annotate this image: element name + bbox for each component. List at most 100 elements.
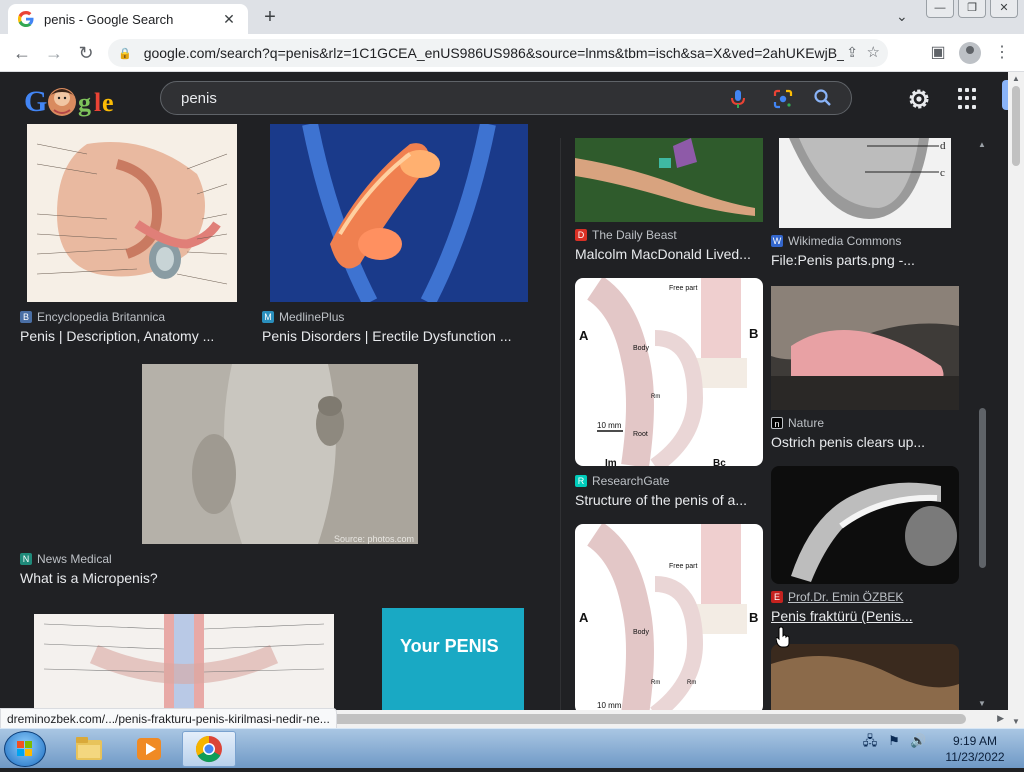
back-button[interactable]: ← [10, 41, 34, 65]
scroll-up-arrow-icon[interactable]: ▲ [978, 140, 986, 149]
xray-illustration-image[interactable] [270, 124, 528, 302]
panel-source[interactable]: D The Daily Beast [575, 228, 677, 242]
xray-photo-image[interactable] [771, 466, 959, 584]
taskbar-media-player[interactable] [122, 731, 176, 767]
result-source[interactable]: B Encyclopedia Britannica [20, 310, 165, 324]
tab-title: penis - Google Search [44, 11, 174, 27]
researchgate-favicon-icon: R [575, 475, 587, 487]
panel-title[interactable]: Penis fraktürü (Penis... [771, 608, 961, 624]
panel-source[interactable]: W Wikimedia Commons [771, 234, 901, 248]
panel-card[interactable]: D The Daily Beast Malcolm MacDonald Live… [575, 138, 765, 266]
svg-text:g: g [78, 88, 91, 117]
panel-source[interactable]: E Prof.Dr. Emin ÖZBEK [771, 590, 903, 604]
avatar-icon [959, 42, 981, 64]
specimen-photo-image[interactable]: A B Free part Body 10 mm Rm Rm [575, 524, 763, 710]
figure-label-root: Root [633, 431, 648, 438]
result-title[interactable]: Penis | Description, Anatomy ... [20, 328, 240, 344]
result-card[interactable] [34, 614, 334, 710]
panel-title[interactable]: Structure of the penis of a... [575, 492, 765, 508]
new-tab-button[interactable]: + [258, 6, 282, 30]
panel-title[interactable]: Malcolm MacDonald Lived... [575, 246, 765, 262]
settings-gear-icon[interactable] [906, 86, 932, 112]
panel-card[interactable]: A B Free part Body Root 10 mm Im Rm Bc R… [575, 278, 765, 514]
ostrich-photo-image[interactable] [771, 286, 959, 410]
animal-photo-image[interactable] [771, 644, 959, 710]
taskbar-clock[interactable]: 9:19 AM 11/23/2022 [940, 733, 1010, 765]
result-card[interactable]: Your PENIS [382, 608, 524, 710]
result-card[interactable]: M MedlinePlus Penis Disorders | Erectile… [262, 124, 532, 354]
search-box[interactable]: penis [160, 81, 852, 115]
cross-section-diagram-image[interactable] [34, 614, 334, 710]
specimen-photo-image[interactable]: A B Free part Body Root 10 mm Im Rm Bc [575, 278, 763, 466]
side-panel-icon[interactable]: ▣ [926, 41, 950, 65]
reload-button[interactable]: ↻ [74, 41, 98, 65]
minimize-button[interactable]: — [926, 0, 954, 18]
result-title[interactable]: Penis Disorders | Erectile Dysfunction .… [262, 328, 532, 344]
nature-favicon-icon: n [771, 417, 783, 429]
diagram-label-c: c [940, 167, 945, 179]
microphone-icon[interactable] [729, 89, 747, 109]
figure-label-rm: Rm [687, 680, 696, 686]
volume-icon[interactable]: 🔊 [910, 733, 926, 749]
tab-close-icon[interactable]: ✕ [220, 11, 238, 28]
bookmark-star-icon[interactable]: ☆ [867, 43, 880, 61]
forward-button[interactable]: → [42, 41, 66, 65]
scroll-down-arrow-icon[interactable]: ▼ [1012, 717, 1020, 726]
action-center-flag-icon[interactable]: ⚑ [886, 733, 902, 749]
address-bar[interactable]: 🔒 google.com/search?q=penis&rlz=1C1GCEA_… [108, 39, 888, 67]
result-title[interactable]: What is a Micropenis? [20, 570, 420, 586]
statue-photo-image[interactable]: Source: photos.com [142, 364, 418, 544]
arm-photo-image[interactable] [575, 138, 763, 222]
panel-scroll-thumb[interactable] [979, 408, 986, 568]
search-input[interactable]: penis [181, 90, 217, 107]
google-lens-icon[interactable] [773, 89, 793, 109]
panel-title[interactable]: Ostrich penis clears up... [771, 434, 961, 450]
book-cover-image[interactable]: Your PENIS [382, 608, 524, 710]
result-card[interactable]: B Encyclopedia Britannica Penis | Descri… [20, 124, 240, 354]
panel-card[interactable]: n Nature Ostrich penis clears up... [771, 286, 961, 454]
panel-scrollbar[interactable]: ▲ ▼ [975, 138, 989, 710]
anatomy-diagram-image[interactable] [27, 124, 237, 302]
daily-beast-favicon-icon: D [575, 229, 587, 241]
taskbar-explorer[interactable] [62, 731, 116, 767]
start-button[interactable] [4, 731, 46, 767]
google-doodle-logo[interactable]: G g l e [24, 84, 120, 118]
engraving-diagram-image[interactable]: d c [779, 138, 951, 228]
result-card[interactable]: Source: photos.com N News Medical What i… [20, 364, 420, 590]
page-scroll-thumb[interactable] [1012, 86, 1020, 166]
address-url[interactable]: google.com/search?q=penis&rlz=1C1GCEA_en… [144, 45, 844, 61]
scroll-right-arrow-icon[interactable]: ▶ [997, 713, 1004, 724]
close-window-button[interactable]: ✕ [990, 0, 1018, 18]
ozbek-favicon-icon: E [771, 591, 783, 603]
diagram-label-d: d [940, 140, 946, 152]
google-apps-icon[interactable] [958, 88, 980, 110]
window-controls: — ❐ ✕ [926, 0, 1018, 18]
figure-label-rm: Rm [651, 394, 660, 400]
news-medical-favicon-icon: N [20, 553, 32, 565]
taskbar-chrome[interactable] [182, 731, 236, 767]
scroll-down-arrow-icon[interactable]: ▼ [978, 699, 986, 708]
lock-icon[interactable]: 🔒 [118, 47, 132, 60]
result-source[interactable]: M MedlinePlus [262, 310, 344, 324]
result-source[interactable]: N News Medical [20, 552, 112, 566]
active-tab[interactable]: penis - Google Search ✕ [8, 4, 248, 34]
panel-card[interactable] [771, 644, 959, 710]
tab-search-chevron-icon[interactable]: ⌄ [896, 8, 908, 25]
share-icon[interactable]: ⇪ [846, 44, 858, 61]
panel-title[interactable]: File:Penis parts.png -... [771, 252, 961, 268]
scroll-up-arrow-icon[interactable]: ▲ [1012, 74, 1020, 83]
panel-card[interactable]: A B Free part Body 10 mm Rm Rm [575, 524, 765, 710]
panel-source[interactable]: R ResearchGate [575, 474, 669, 488]
result-source-name: MedlinePlus [279, 310, 345, 324]
panel-card[interactable]: E Prof.Dr. Emin ÖZBEK Penis fraktürü (Pe… [771, 466, 961, 624]
panel-card[interactable]: d c W Wikimedia Commons File:Penis parts… [771, 138, 961, 270]
figure-scale-label: 10 mm [597, 701, 622, 710]
network-icon[interactable]: 🖧 [862, 733, 878, 749]
page-vertical-scrollbar[interactable]: ▲ ▼ [1008, 72, 1024, 728]
maximize-button[interactable]: ❐ [958, 0, 986, 18]
profile-avatar[interactable] [958, 41, 982, 65]
panel-source[interactable]: n Nature [771, 416, 824, 430]
search-icon[interactable] [813, 88, 833, 108]
chrome-menu-icon[interactable]: ⋮ [990, 41, 1014, 65]
windows-taskbar: 🖧 ⚑ 🔊 9:19 AM 11/23/2022 [0, 728, 1024, 768]
